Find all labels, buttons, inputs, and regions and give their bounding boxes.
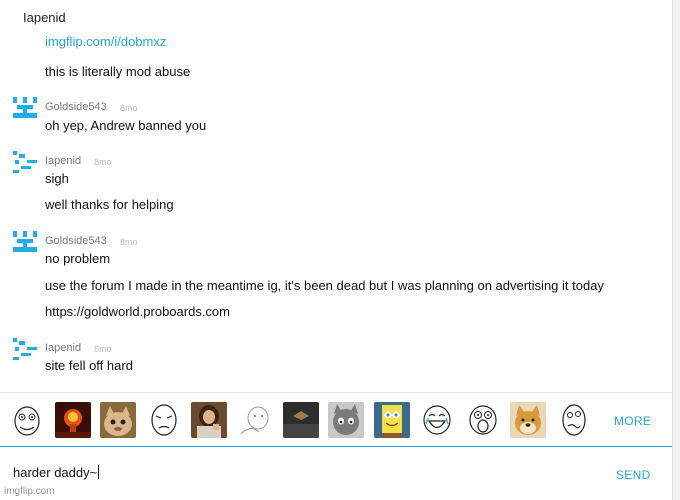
message-text: oh yep, Andrew banned you <box>45 118 207 133</box>
watermark: imgflip.com <box>4 486 55 497</box>
message-time: 8mo <box>120 237 138 247</box>
message-time: 6mo <box>94 344 112 354</box>
message-username[interactable]: Goldside543 <box>45 101 107 113</box>
meme-thumb-jesus[interactable] <box>191 402 227 438</box>
message-text: this is literally mod abuse <box>45 64 191 79</box>
message-link[interactable]: imgflip.com/i/dobmxz <box>45 36 166 49</box>
chat-title: Iapenid <box>23 10 66 25</box>
message-text: no problem <box>45 251 111 266</box>
message-username[interactable]: Goldside543 <box>45 235 107 247</box>
message-text: site fell off hard <box>45 358 133 373</box>
text-caret <box>98 465 100 479</box>
meme-thumb-okay-guy[interactable] <box>146 402 182 438</box>
meme-thumb-omg-face[interactable] <box>465 402 501 438</box>
user-avatar-goldside[interactable] <box>13 231 37 255</box>
message-text: use the forum I made in the meantime ig,… <box>45 278 604 293</box>
chat-input-value: harder daddy~ <box>13 465 98 480</box>
chat-input[interactable]: harder daddy~ <box>13 465 100 480</box>
message-text: well thanks for helping <box>45 197 174 212</box>
user-avatar-iapenid[interactable] <box>13 338 37 362</box>
chat-header: Iapenid <box>0 0 672 36</box>
message-text: sigh <box>45 171 69 186</box>
meme-thumb-derp-face[interactable] <box>556 402 592 438</box>
meme-thumb-spongebob[interactable] <box>374 402 410 438</box>
message-username[interactable]: Iapenid <box>45 155 81 167</box>
meme-thumb-rage-face[interactable] <box>9 402 45 438</box>
message-time: 8mo <box>94 157 112 167</box>
meme-thumb-explosion[interactable] <box>55 402 91 438</box>
send-button[interactable]: SEND <box>616 468 651 482</box>
user-avatar-goldside[interactable] <box>13 97 37 121</box>
meme-thumb-dark-square[interactable] <box>283 402 319 438</box>
message-username[interactable]: Iapenid <box>45 342 81 354</box>
meme-thumb-sketch-guy[interactable] <box>237 402 273 438</box>
message-text[interactable]: https://goldworld.proboards.com <box>45 304 230 319</box>
meme-thumb-laughing-face[interactable] <box>419 402 455 438</box>
chat-messages[interactable]: imgflip.com/i/dobmxz this is literally m… <box>0 36 672 392</box>
more-memes-button[interactable]: MORE <box>614 414 651 428</box>
meme-thumb-sad-cat[interactable] <box>328 402 364 438</box>
meme-thumb-cat[interactable] <box>100 402 136 438</box>
chat-input-bar: harder daddy~ SEND <box>0 446 672 500</box>
message-time: 8mo <box>120 103 138 113</box>
user-avatar-iapenid[interactable] <box>13 151 37 175</box>
meme-picker-bar: MORE <box>0 392 672 446</box>
meme-thumb-doge[interactable] <box>510 402 546 438</box>
scrollbar[interactable] <box>672 0 680 500</box>
